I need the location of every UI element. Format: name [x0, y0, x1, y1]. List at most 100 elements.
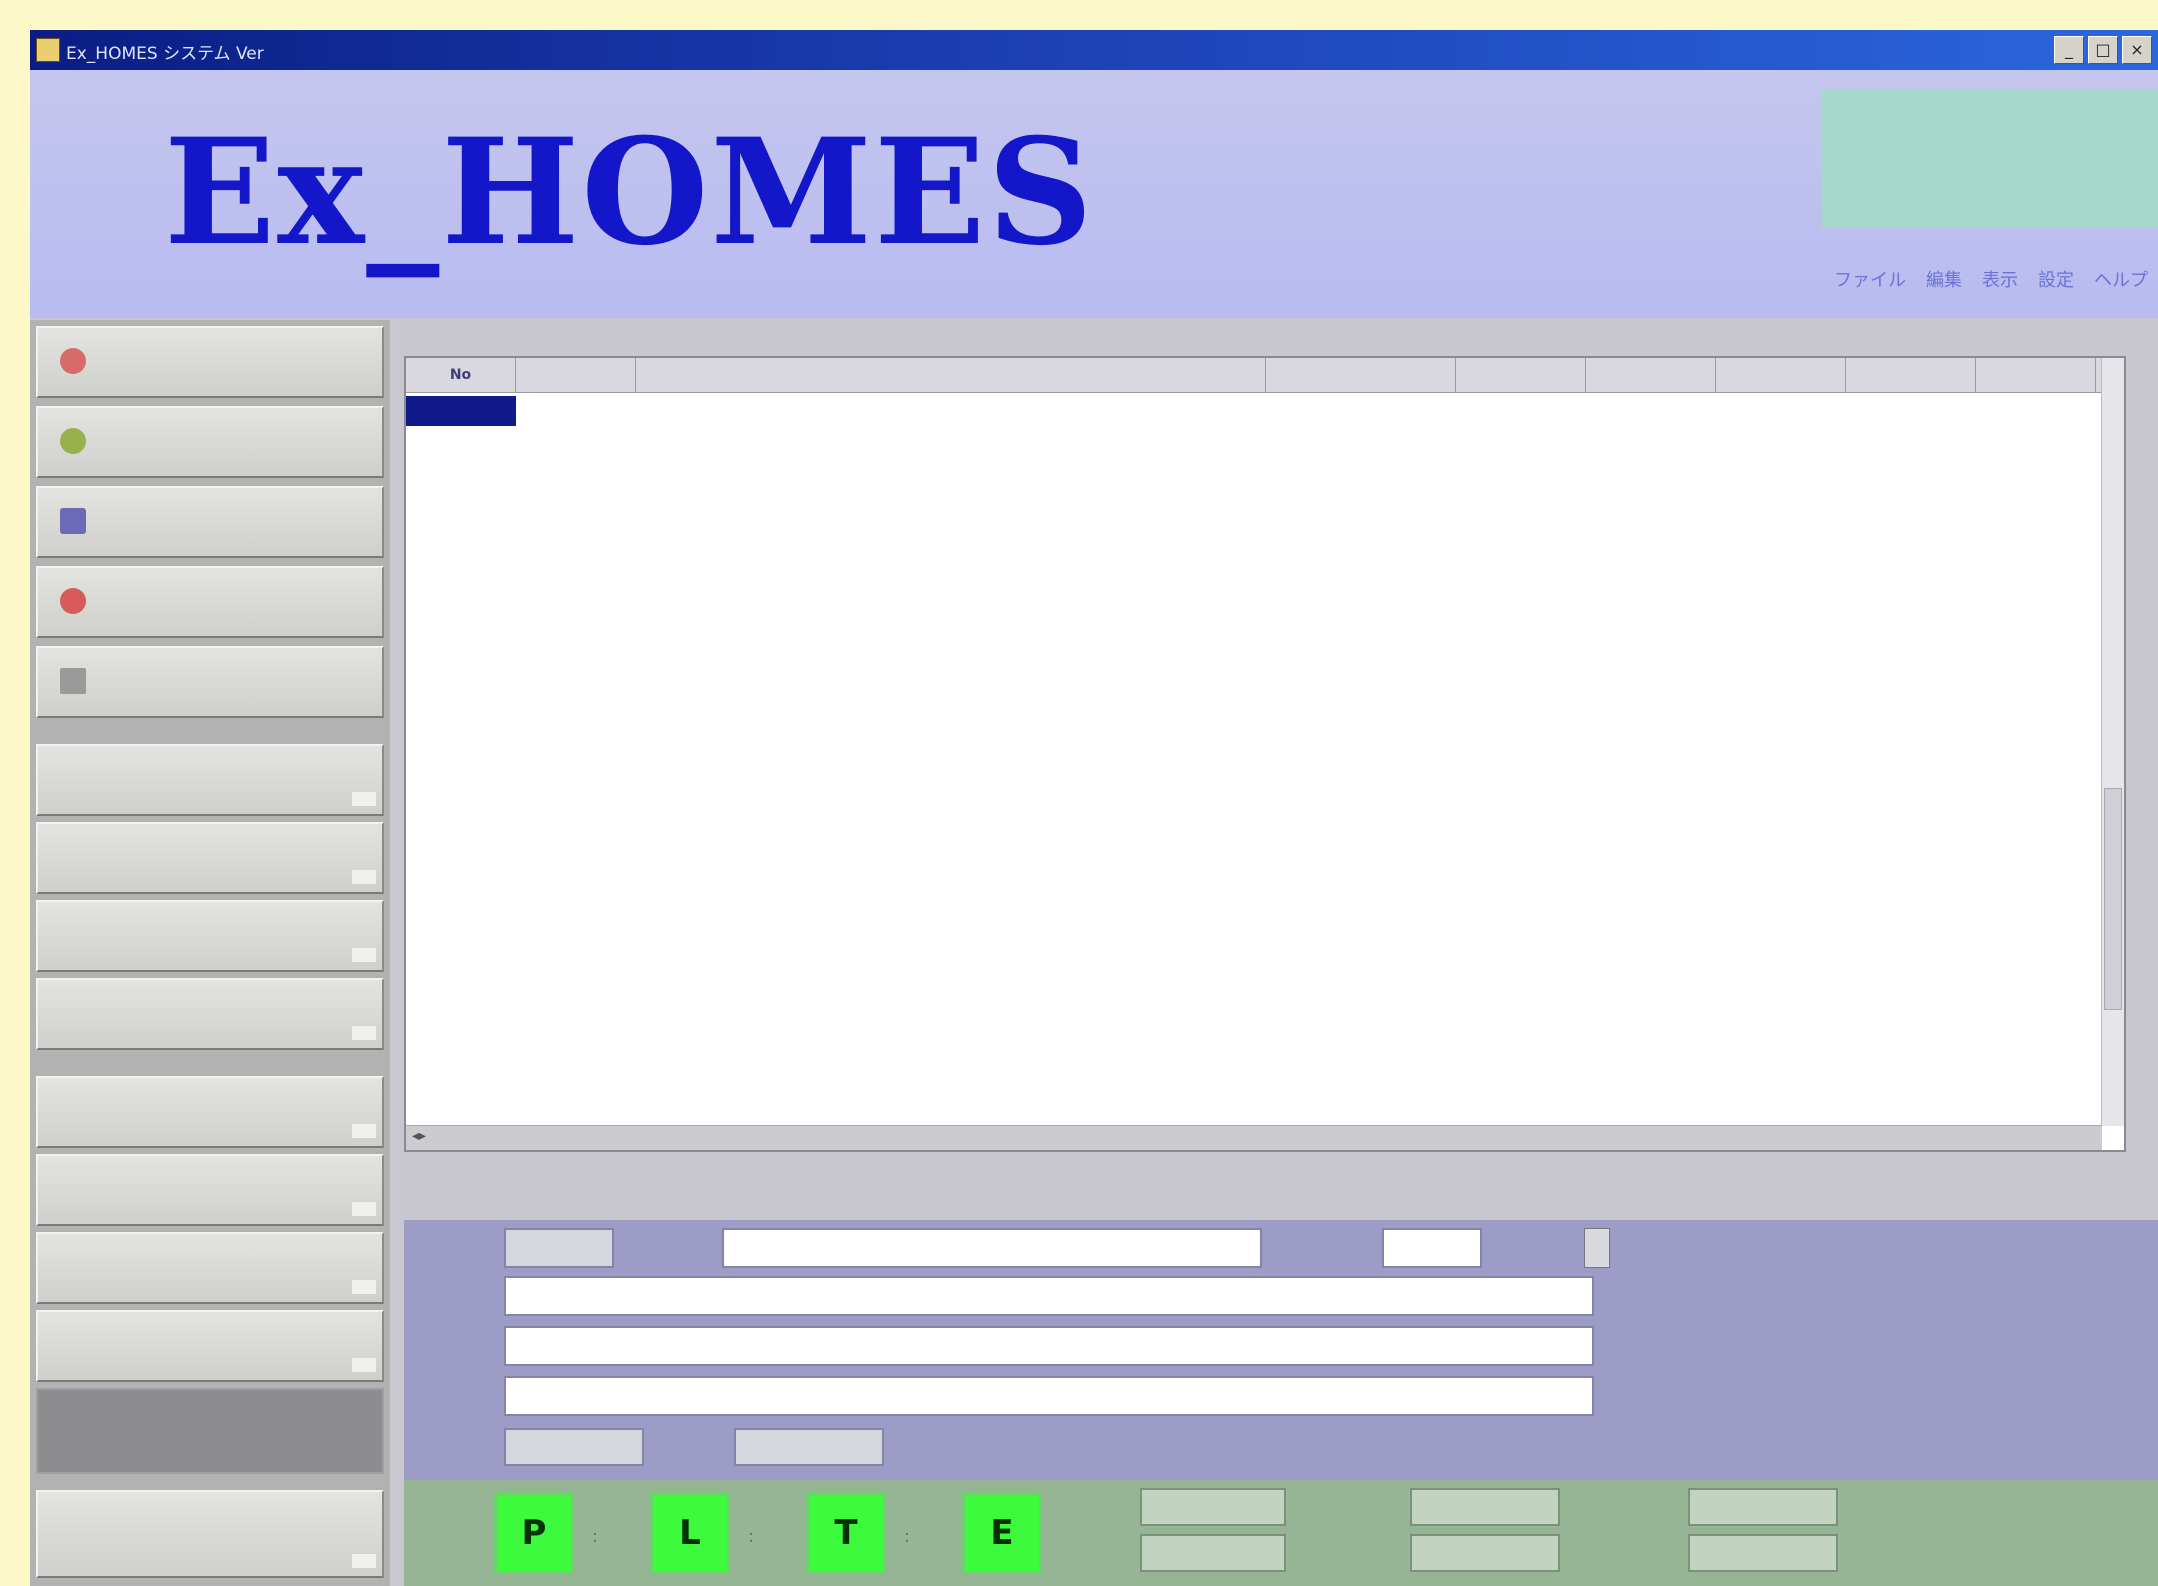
sidebar	[30, 320, 390, 1586]
title-bar: Ex_HOMES システム Ver _ □ ×	[30, 30, 2158, 70]
house-icon	[60, 348, 86, 374]
stat-value	[1140, 1488, 1286, 1526]
action-button-glyph: E	[990, 1513, 1014, 1553]
table-row[interactable]	[406, 428, 2102, 458]
menu-item-settings[interactable]: 設定	[2038, 266, 2074, 292]
table-cell	[1586, 396, 1716, 426]
action-button-e[interactable]: E	[962, 1492, 1042, 1574]
sidebar-empty-button[interactable]	[36, 1490, 384, 1578]
sidebar-button-home[interactable]	[36, 326, 384, 398]
data-grid[interactable]: No ◂▸	[404, 356, 2126, 1152]
sidebar-empty-button[interactable]	[36, 900, 384, 972]
maximize-button[interactable]: □	[2088, 36, 2118, 64]
plant-icon	[60, 428, 86, 454]
stat-value	[1140, 1534, 1286, 1572]
sidebar-button-document[interactable]	[36, 486, 384, 558]
scrollbar-thumb[interactable]	[2104, 788, 2122, 1010]
action-button-p[interactable]: P	[494, 1492, 574, 1574]
table-cell	[636, 428, 1266, 458]
column-header[interactable]	[636, 358, 1266, 392]
grid-header: No	[406, 358, 2102, 393]
door-icon	[60, 668, 86, 694]
action-bar: P : L : T : E	[404, 1480, 2158, 1586]
app-logo: Ex_HOMES	[164, 107, 1095, 278]
column-header[interactable]	[1266, 358, 1456, 392]
sidebar-empty-button[interactable]	[36, 1076, 384, 1148]
minimize-button[interactable]: _	[2054, 36, 2084, 64]
main-panel: No ◂▸ P: L: T: E	[398, 320, 2158, 1586]
sidebar-empty-button[interactable]	[36, 1388, 384, 1474]
column-header[interactable]	[1846, 358, 1976, 392]
table-cell	[1266, 396, 1456, 426]
table-cell	[406, 428, 516, 458]
name-field[interactable]	[722, 1228, 1262, 1268]
date-field[interactable]	[1382, 1228, 1482, 1268]
action-button-glyph: L	[679, 1513, 701, 1553]
stat-value	[1410, 1534, 1560, 1572]
table-cell	[1456, 428, 1586, 458]
menu-item-help[interactable]: ヘルプ	[2094, 266, 2148, 292]
bottom-field-1[interactable]	[504, 1428, 644, 1466]
menu-item-view[interactable]: 表示	[1982, 266, 2018, 292]
sidebar-button-exit[interactable]	[36, 646, 384, 718]
sidebar-button-stop[interactable]	[36, 566, 384, 638]
close-button[interactable]: ×	[2122, 36, 2152, 64]
date-spinner[interactable]	[1584, 1228, 1610, 1268]
table-cell	[1456, 396, 1586, 426]
text-line-3[interactable]	[504, 1376, 1594, 1416]
sidebar-empty-button[interactable]	[36, 1154, 384, 1226]
action-button-t[interactable]: T	[806, 1492, 886, 1574]
horizontal-scrollbar[interactable]: ◂▸	[406, 1125, 2102, 1150]
document-icon	[60, 508, 86, 534]
stat-value	[1688, 1488, 1838, 1526]
column-header[interactable]	[1976, 358, 2096, 392]
sidebar-empty-button[interactable]	[36, 1232, 384, 1304]
sidebar-empty-button[interactable]	[36, 978, 384, 1050]
code-field[interactable]	[504, 1228, 614, 1268]
action-button-glyph: P	[521, 1513, 547, 1553]
menu-item-file[interactable]: ファイル	[1834, 266, 1906, 292]
app-window: Ex_HOMES システム Ver _ □ × Ex_HOMES ファイル 編集…	[30, 30, 2158, 1586]
table-cell	[1716, 396, 1846, 426]
column-header[interactable]	[516, 358, 636, 392]
menu-item-edit[interactable]: 編集	[1926, 266, 1962, 292]
sidebar-empty-button[interactable]	[36, 744, 384, 816]
table-cell	[516, 396, 636, 426]
table-cell	[1266, 428, 1456, 458]
window-controls: _ □ ×	[2054, 36, 2152, 64]
header-info-panel	[1822, 90, 2158, 228]
separator: :	[904, 1526, 911, 1547]
table-row[interactable]	[406, 396, 2102, 426]
table-cell	[516, 428, 636, 458]
text-line-1[interactable]	[504, 1276, 1594, 1316]
sidebar-empty-button[interactable]	[36, 822, 384, 894]
table-cell	[1976, 396, 2096, 426]
header-menu: ファイル 編集 表示 設定 ヘルプ	[1834, 266, 2148, 292]
sidebar-empty-button[interactable]	[36, 1310, 384, 1382]
stat-value	[1410, 1488, 1560, 1526]
column-header[interactable]	[1456, 358, 1586, 392]
vertical-scrollbar[interactable]	[2101, 358, 2124, 1126]
action-button-l[interactable]: L	[650, 1492, 730, 1574]
separator: :	[592, 1526, 599, 1547]
app-icon	[36, 38, 60, 62]
record-navigator-icon[interactable]: ◂▸	[412, 1128, 426, 1144]
table-cell	[1716, 428, 1846, 458]
table-cell	[1976, 428, 2096, 458]
detail-form: P : L : T : E	[404, 1220, 2158, 1586]
table-cell	[1846, 396, 1976, 426]
column-header[interactable]: No	[406, 358, 516, 392]
stop-icon	[60, 588, 86, 614]
sidebar-button-plant[interactable]	[36, 406, 384, 478]
column-header[interactable]	[1586, 358, 1716, 392]
column-header[interactable]	[1716, 358, 1846, 392]
table-cell	[1846, 428, 1976, 458]
table-cell	[406, 396, 516, 426]
text-line-2[interactable]	[504, 1326, 1594, 1366]
table-cell	[1586, 428, 1716, 458]
separator: :	[748, 1526, 755, 1547]
table-cell	[636, 396, 1266, 426]
bottom-field-2[interactable]	[734, 1428, 884, 1466]
window-title: Ex_HOMES システム Ver	[66, 44, 264, 64]
stat-value	[1688, 1534, 1838, 1572]
